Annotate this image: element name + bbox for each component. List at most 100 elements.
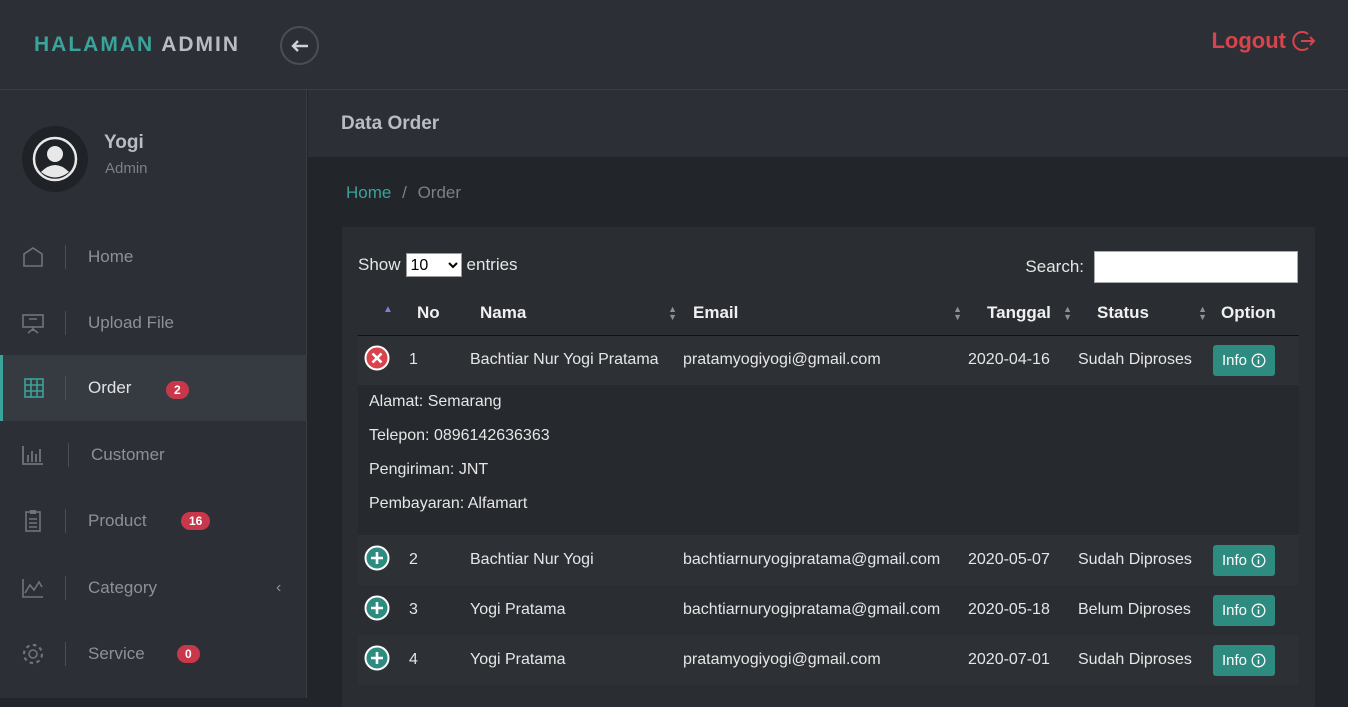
row-control-cell xyxy=(358,335,408,385)
gear-icon xyxy=(21,642,45,666)
sidebar-item-category[interactable]: Category ‹ xyxy=(0,555,307,621)
sidebar-item-label: Home xyxy=(88,247,134,266)
entries-select[interactable]: 10 xyxy=(405,253,462,277)
column-label: Nama xyxy=(480,302,527,322)
brand-logo[interactable]: HALAMAN ADMIN xyxy=(34,33,240,57)
row-detail: Alamat: Semarang Telepon: 0896142636363 … xyxy=(358,385,1299,535)
cell-nama: Yogi Pratama xyxy=(470,585,683,635)
expand-row-icon[interactable] xyxy=(364,645,390,671)
column-header-option: Option xyxy=(1213,291,1299,336)
order-count-badge: 2 xyxy=(166,381,189,399)
info-button-label: Info xyxy=(1222,651,1248,669)
sidebar-item-label: Customer xyxy=(91,445,165,464)
table-row: 1 Bachtiar Nur Yogi Pratama pratamyogiyo… xyxy=(358,335,1299,385)
row-detail-cell: Alamat: Semarang Telepon: 0896142636363 … xyxy=(358,385,1299,535)
sidebar-item-service[interactable]: Service 0 xyxy=(0,621,307,687)
sort-icon: ▲ ▼ xyxy=(1198,304,1207,322)
detail-telepon: Telepon: 0896142636363 xyxy=(369,427,550,444)
nav-divider xyxy=(65,509,66,533)
user-avatar-icon xyxy=(32,136,78,182)
clipboard-icon xyxy=(21,509,45,533)
sidebar: Yogi Admin Home Upload File Order 2 Cust… xyxy=(0,90,307,698)
cell-tanggal: 2020-07-01 xyxy=(968,635,1078,685)
info-button-label: Info xyxy=(1222,551,1248,569)
nav-divider xyxy=(65,376,66,400)
column-header-no[interactable]: No xyxy=(408,291,470,336)
order-table: ▲ No Nama ▲ ▼ Email ▲ ▼ Tanggal ▲ ▼ Status ▲ ▼ O… xyxy=(358,291,1299,685)
sort-icon: ▲ ▼ xyxy=(1063,304,1072,322)
detail-alamat: Alamat: Semarang xyxy=(369,393,502,410)
sidebar-item-order[interactable]: Order 2 xyxy=(0,355,307,421)
nav-divider xyxy=(65,576,66,600)
bar-chart-icon xyxy=(21,443,45,467)
sidebar-item-label: Service xyxy=(88,644,145,663)
entries-label: entries xyxy=(466,255,518,274)
data-table-panel: Show 10 entries Search: ▲ No Nama ▲ ▼ Emai… xyxy=(342,227,1315,707)
cell-no: 1 xyxy=(408,335,470,385)
table-search: Search: xyxy=(1025,251,1298,283)
show-label: Show xyxy=(358,255,401,274)
column-label: Status xyxy=(1097,302,1149,322)
sidebar-item-customer[interactable]: Customer xyxy=(0,422,307,488)
info-button[interactable]: Info xyxy=(1213,594,1276,626)
logout-label: Logout xyxy=(1211,28,1286,53)
cell-email: bachtiarnuryogipratama@gmail.com xyxy=(683,535,968,585)
cell-status: Sudah Diproses xyxy=(1078,535,1213,585)
collapse-row-icon[interactable] xyxy=(364,345,390,371)
row-control-cell xyxy=(358,585,408,635)
cell-status: Sudah Diproses xyxy=(1078,635,1213,685)
sidebar-toggle-button[interactable] xyxy=(280,26,319,65)
info-icon xyxy=(1251,553,1266,567)
info-button-label: Info xyxy=(1222,351,1248,369)
column-label: Option xyxy=(1221,302,1276,322)
info-icon xyxy=(1251,653,1266,667)
cell-no: 4 xyxy=(408,635,470,685)
column-header-email[interactable]: Email ▲ ▼ xyxy=(683,291,968,336)
sort-icon: ▲ ▼ xyxy=(953,304,962,322)
cell-status: Sudah Diproses xyxy=(1078,335,1213,385)
search-input[interactable] xyxy=(1094,251,1298,283)
sidebar-item-upload-file[interactable]: Upload File xyxy=(0,290,307,356)
top-bar: HALAMAN ADMIN Logout xyxy=(0,0,1348,90)
logout-button[interactable]: Logout xyxy=(1211,28,1316,54)
sidebar-item-label: Upload File xyxy=(88,313,174,332)
info-button[interactable]: Info xyxy=(1213,544,1276,576)
cell-nama: Yogi Pratama xyxy=(470,635,683,685)
expand-row-icon[interactable] xyxy=(364,595,390,621)
info-button[interactable]: Info xyxy=(1213,644,1276,676)
column-header-status[interactable]: Status ▲ ▼ xyxy=(1078,291,1213,336)
cell-tanggal: 2020-05-07 xyxy=(968,535,1078,585)
column-label: No xyxy=(417,302,440,322)
nav-divider xyxy=(65,245,66,269)
cell-nama: Bachtiar Nur Yogi Pratama xyxy=(470,335,683,385)
profile-name: Yogi xyxy=(104,132,144,153)
cell-status: Belum Diproses xyxy=(1078,585,1213,635)
cell-tanggal: 2020-04-16 xyxy=(968,335,1078,385)
sort-asc-icon: ▲ xyxy=(383,304,393,315)
column-header-tanggal[interactable]: Tanggal ▲ ▼ xyxy=(968,291,1078,336)
info-button[interactable]: Info xyxy=(1213,344,1276,376)
breadcrumb-home-link[interactable]: Home xyxy=(346,183,391,202)
product-count-badge: 16 xyxy=(181,512,211,530)
profile-role: Admin xyxy=(105,160,148,177)
brand-part2: ADMIN xyxy=(161,33,241,56)
home-icon xyxy=(21,245,45,269)
expand-row-icon[interactable] xyxy=(364,545,390,571)
column-header-nama[interactable]: Nama ▲ ▼ xyxy=(470,291,683,336)
cell-option: Info xyxy=(1213,335,1299,385)
nav-divider xyxy=(65,311,66,335)
breadcrumb-current: Order xyxy=(417,183,462,202)
info-icon xyxy=(1251,603,1266,617)
cell-email: bachtiarnuryogipratama@gmail.com xyxy=(683,585,968,635)
nav-divider xyxy=(65,642,66,666)
column-header-control[interactable]: ▲ xyxy=(358,291,408,336)
sidebar-item-label: Order xyxy=(88,378,132,397)
sidebar-item-product[interactable]: Product 16 xyxy=(0,488,307,554)
sidebar-item-home[interactable]: Home xyxy=(0,224,307,290)
arrow-left-icon xyxy=(290,39,308,52)
column-label: Email xyxy=(693,302,739,322)
cell-no: 3 xyxy=(408,585,470,635)
chevron-left-icon[interactable]: ‹ xyxy=(276,579,281,597)
info-icon xyxy=(1251,353,1266,368)
row-control-cell xyxy=(358,535,408,585)
